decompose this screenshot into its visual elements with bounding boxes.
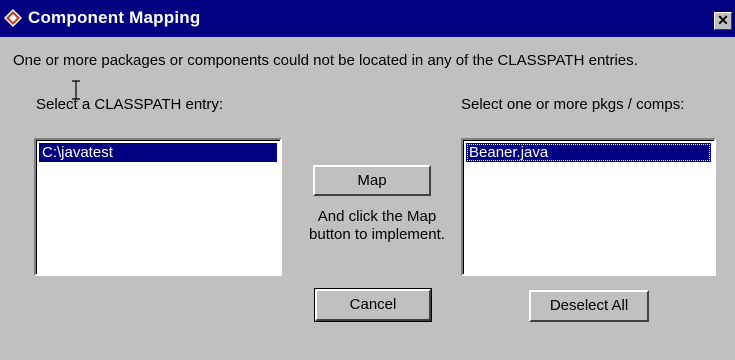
window-title: Component Mapping: [28, 8, 201, 27]
map-button[interactable]: Map: [313, 165, 431, 196]
cancel-button[interactable]: Cancel: [314, 288, 432, 322]
components-list-item[interactable]: Beaner.java: [466, 143, 711, 162]
title-bar[interactable]: Component Mapping ✕: [0, 0, 735, 37]
components-label: Select one or more pkgs / comps:: [461, 96, 685, 113]
components-list[interactable]: Beaner.java: [461, 138, 716, 276]
deselect-all-button[interactable]: Deselect All: [529, 290, 649, 322]
close-icon: ✕: [717, 12, 729, 28]
classpath-label: Select a CLASSPATH entry:: [36, 96, 224, 113]
app-icon: [4, 9, 22, 27]
map-hint-text: And click the Map button to implement.: [309, 208, 445, 243]
close-button[interactable]: ✕: [714, 12, 732, 30]
error-message: One or more packages or components could…: [13, 52, 638, 69]
classpath-list-item[interactable]: C:\javatest: [39, 143, 277, 162]
classpath-list[interactable]: C:\javatest: [34, 138, 282, 276]
